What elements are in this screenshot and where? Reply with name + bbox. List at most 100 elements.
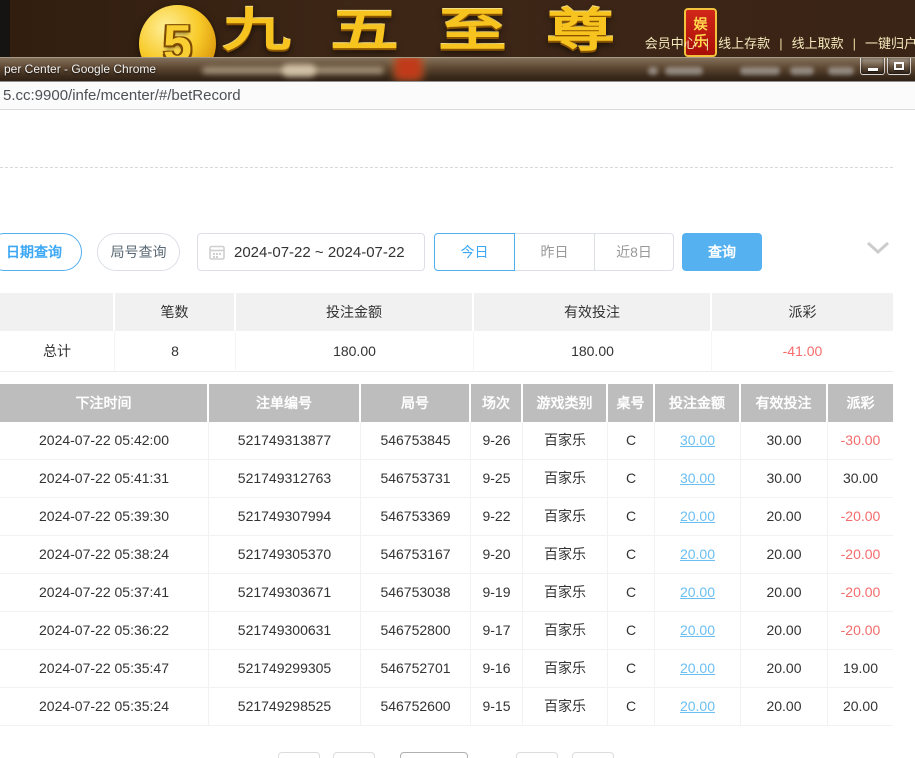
- table-cell: 百家乐: [523, 460, 608, 498]
- table-cell: 546753731: [361, 460, 471, 498]
- bet-header-cell: 注单编号: [209, 384, 361, 422]
- bet-amount-link[interactable]: 20.00: [655, 536, 741, 574]
- table-cell: -30.00: [828, 422, 893, 460]
- table-cell: 546753845: [361, 422, 471, 460]
- table-cell: 百家乐: [523, 574, 608, 612]
- table-row: 2024-07-22 05:35:24521749298525546752600…: [0, 688, 893, 726]
- table-row: 2024-07-22 05:42:00521749313877546753845…: [0, 422, 893, 460]
- blurred-badge: [395, 57, 422, 80]
- table-cell: 百家乐: [523, 536, 608, 574]
- round-query-tab[interactable]: 局号查询: [97, 233, 180, 271]
- table-cell: 2024-07-22 05:35:47: [0, 650, 209, 688]
- bet-header-row: 下注时间 注单编号 局号 场次 游戏类别 桌号 投注金额 有效投注 派彩: [0, 384, 893, 422]
- bet-amount-link[interactable]: 30.00: [655, 422, 741, 460]
- table-cell: 百家乐: [523, 650, 608, 688]
- table-row: 2024-07-22 05:38:24521749305370546753167…: [0, 536, 893, 574]
- table-cell: 30.00: [828, 460, 893, 498]
- summary-header-cell: 笔数: [115, 293, 236, 331]
- summary-cell: 总计: [0, 331, 115, 372]
- bet-header-cell: 有效投注: [741, 384, 828, 422]
- blurred-ornament: [282, 64, 316, 77]
- nav-separator: |: [846, 36, 863, 51]
- pagination-size-select[interactable]: [400, 752, 468, 758]
- table-cell: 546753038: [361, 574, 471, 612]
- table-cell: 9-16: [471, 650, 523, 688]
- near8days-button[interactable]: 近8日: [595, 233, 674, 271]
- table-cell: C: [608, 612, 655, 650]
- pagination-prev-button[interactable]: [278, 752, 320, 758]
- blurred-text: [740, 67, 780, 75]
- section-divider: [0, 167, 893, 168]
- table-row: 2024-07-22 05:37:41521749303671546753038…: [0, 574, 893, 612]
- table-cell: C: [608, 688, 655, 726]
- window-titlebar[interactable]: per Center - Google Chrome: [0, 57, 915, 81]
- today-button[interactable]: 今日: [434, 233, 515, 271]
- date-query-tab[interactable]: 日期查询: [0, 233, 82, 271]
- table-cell: 546753167: [361, 536, 471, 574]
- table-cell: 9-19: [471, 574, 523, 612]
- table-cell: 2024-07-22 05:35:24: [0, 688, 209, 726]
- bet-amount-link[interactable]: 20.00: [655, 612, 741, 650]
- nav-deposit[interactable]: 线上存款: [716, 36, 772, 51]
- search-button[interactable]: 查询: [682, 233, 762, 271]
- pagination-page-button[interactable]: [333, 752, 375, 758]
- minimize-icon: [868, 68, 878, 71]
- bet-header-cell: 局号: [361, 384, 471, 422]
- table-row: 2024-07-22 05:39:30521749307994546753369…: [0, 498, 893, 536]
- page-content: 熊猫体育 BB视讯 日期查询 局号查询 2024-07-22 ~ 2024-07…: [0, 110, 915, 758]
- bet-records-table: 下注时间 注单编号 局号 场次 游戏类别 桌号 投注金额 有效投注 派彩 202…: [0, 384, 893, 726]
- table-cell: 百家乐: [523, 612, 608, 650]
- summary-header-cell: 派彩: [712, 293, 893, 331]
- table-cell: 百家乐: [523, 422, 608, 460]
- nav-member-center[interactable]: 会员中心: [643, 36, 699, 51]
- bet-amount-link[interactable]: 20.00: [655, 688, 741, 726]
- quick-date-group: 今日 昨日 近8日: [434, 233, 674, 271]
- table-cell: 546752600: [361, 688, 471, 726]
- table-cell: 30.00: [741, 422, 828, 460]
- blurred-text: [790, 67, 814, 75]
- summary-cell: 180.00: [236, 331, 474, 372]
- bet-header-cell: 派彩: [828, 384, 893, 422]
- page: 5 九五至尊 娱 乐 会员中心|线上存款|线上取款|一键归户 per Cente…: [0, 0, 915, 758]
- bet-amount-link[interactable]: 20.00: [655, 650, 741, 688]
- table-cell: 521749303671: [209, 574, 361, 612]
- summary-table: 笔数 投注金额 有效投注 派彩 总计 8 180.00 180.00 -41.0…: [0, 293, 893, 372]
- maximize-icon: [894, 62, 904, 70]
- pagination-jump-input[interactable]: [572, 752, 614, 758]
- nav-one-click[interactable]: 一键归户: [863, 36, 915, 51]
- table-cell: 2024-07-22 05:39:30: [0, 498, 209, 536]
- table-cell: 9-26: [471, 422, 523, 460]
- pagination-next-button[interactable]: [516, 752, 558, 758]
- date-range-input[interactable]: 2024-07-22 ~ 2024-07-22: [197, 233, 425, 271]
- table-cell: C: [608, 650, 655, 688]
- address-bar[interactable]: 5.cc:9900/infe/mcenter/#/betRecord: [0, 81, 915, 110]
- summary-header-cell: [0, 293, 115, 331]
- table-cell: 20.00: [741, 688, 828, 726]
- table-cell: 521749305370: [209, 536, 361, 574]
- bet-amount-link[interactable]: 30.00: [655, 460, 741, 498]
- table-cell: 2024-07-22 05:38:24: [0, 536, 209, 574]
- summary-cell payout: -41.00: [712, 331, 893, 372]
- table-cell: 20.00: [741, 612, 828, 650]
- maximize-button[interactable]: [887, 58, 911, 75]
- yesterday-button[interactable]: 昨日: [515, 233, 595, 271]
- table-row: 2024-07-22 05:36:22521749300631546752800…: [0, 612, 893, 650]
- summary-header-row: 笔数 投注金额 有效投注 派彩: [0, 293, 893, 331]
- table-cell: C: [608, 498, 655, 536]
- calendar-icon: [209, 244, 225, 260]
- nav-withdraw[interactable]: 线上取款: [790, 36, 846, 51]
- table-cell: 2024-07-22 05:36:22: [0, 612, 209, 650]
- table-cell: 19.00: [828, 650, 893, 688]
- bet-amount-link[interactable]: 20.00: [655, 574, 741, 612]
- bet-header-cell: 桌号: [608, 384, 655, 422]
- site-title: 九五至尊: [222, 10, 654, 50]
- table-cell: 9-22: [471, 498, 523, 536]
- table-cell: 521749299305: [209, 650, 361, 688]
- bet-amount-link[interactable]: 20.00: [655, 498, 741, 536]
- table-cell: 2024-07-22 05:42:00: [0, 422, 209, 460]
- minimize-button[interactable]: [860, 58, 885, 75]
- table-cell: 20.00: [741, 650, 828, 688]
- summary-total-row: 总计 8 180.00 180.00 -41.00: [0, 331, 893, 372]
- summary-header-cell: 有效投注: [474, 293, 712, 331]
- summary-header-cell: 投注金额: [236, 293, 474, 331]
